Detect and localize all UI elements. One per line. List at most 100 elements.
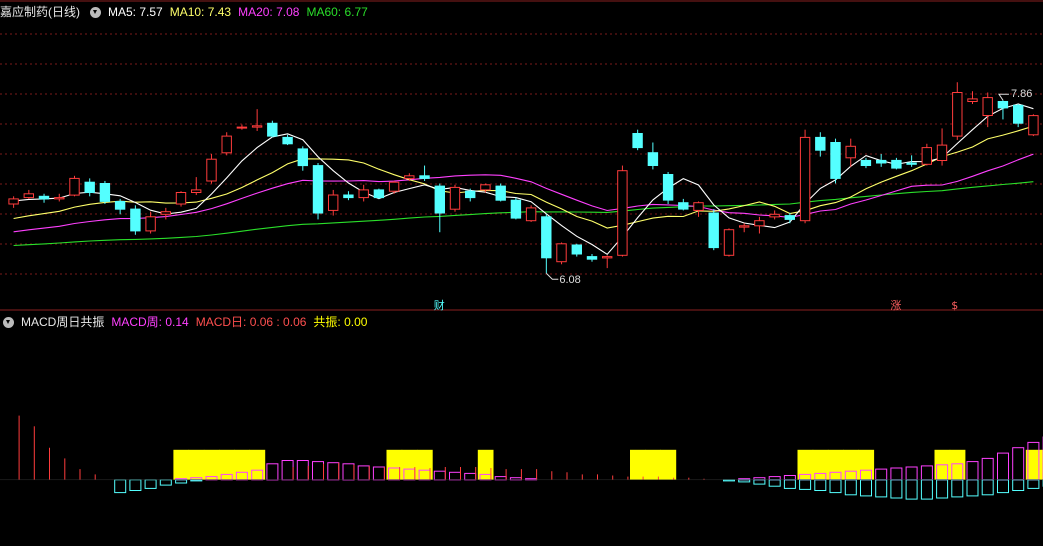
- macd-week-bar: [266, 463, 279, 481]
- resonance-block: [645, 449, 661, 480]
- candle-body: [617, 170, 628, 256]
- candle: [449, 184, 461, 212]
- macd-legend: MACD周日共振 MACD周: 0.14 MACD日: 0.06 : 0.06 共振:…: [0, 314, 374, 330]
- ma20-line: [13, 153, 1034, 233]
- candle-body: [982, 97, 993, 116]
- macd-day-neg-bar: [997, 479, 1009, 494]
- candle: [130, 205, 141, 235]
- candle-body: [282, 136, 293, 145]
- candle: [815, 132, 826, 157]
- candle: [236, 124, 248, 130]
- candle: [876, 154, 887, 167]
- candle-body: [678, 202, 689, 210]
- candle: [708, 209, 719, 251]
- candle: [739, 223, 750, 233]
- candle-body: [434, 185, 446, 214]
- candle-body: [799, 136, 811, 222]
- candle-body: [739, 225, 750, 228]
- candle-body: [525, 207, 537, 222]
- candle-body: [175, 192, 187, 205]
- macd-week-bar: [981, 457, 994, 481]
- macd-settings-dropdown-icon[interactable]: [3, 317, 14, 328]
- candle: [571, 243, 582, 257]
- resonance-block: [173, 449, 190, 480]
- candle-body: [997, 101, 1009, 109]
- candle-body: [647, 152, 659, 166]
- ma-settings-dropdown-icon[interactable]: [90, 7, 101, 18]
- candle-body: [480, 184, 491, 191]
- candle-body: [754, 220, 765, 227]
- macd-week-bar: [449, 471, 461, 481]
- event-tag: 涨: [890, 299, 901, 312]
- candle-body: [510, 199, 522, 219]
- candle-body: [206, 158, 217, 182]
- high-marker-line: [998, 93, 1009, 101]
- stock-title: 嘉应制药(日线): [0, 5, 80, 19]
- macd-week-bar: [372, 466, 385, 481]
- candle: [267, 120, 278, 138]
- candle-body: [602, 256, 613, 259]
- candle-body: [191, 189, 202, 193]
- candle-body: [556, 243, 567, 263]
- candle: [69, 175, 80, 197]
- candle: [191, 177, 202, 196]
- candle: [723, 228, 735, 257]
- candle-body: [236, 126, 248, 129]
- candle-body: [145, 216, 156, 232]
- candle-body: [708, 212, 719, 249]
- macd-week-bar: [905, 466, 918, 481]
- candle: [1028, 114, 1039, 137]
- macd-day-neg-bar: [159, 479, 172, 486]
- ma5-label: MA5: 7.57: [108, 5, 163, 19]
- macd-week-bar: [296, 460, 309, 481]
- candle: [434, 183, 446, 233]
- macd-day-neg-bar: [114, 479, 127, 494]
- candle-body: [297, 148, 309, 167]
- candle-body: [251, 125, 263, 128]
- candle: [525, 205, 537, 222]
- candle-body: [845, 145, 856, 159]
- candle: [8, 196, 19, 208]
- macd-week-bar: [357, 465, 370, 481]
- macd-week-bar: [312, 461, 324, 481]
- candle: [145, 211, 156, 234]
- kline-chart[interactable]: 7.86 6.08 财 涨 $: [0, 0, 1043, 546]
- macd-day-neg-bar: [753, 479, 766, 485]
- candle: [1013, 104, 1024, 128]
- candle: [297, 146, 309, 171]
- candle-body: [373, 189, 385, 199]
- candle: [221, 132, 232, 156]
- macd-week-bar: [433, 470, 446, 481]
- candle-body: [343, 194, 354, 199]
- candle-body: [860, 159, 872, 166]
- candle: [936, 128, 948, 166]
- macd-bars: [0, 415, 1043, 500]
- macd-day-neg-bar: [951, 479, 964, 498]
- event-tag: 财: [434, 298, 445, 312]
- candle-body: [967, 98, 978, 103]
- candle-body: [1028, 115, 1039, 136]
- macd-day-neg-bar: [129, 479, 142, 491]
- candle-body: [632, 133, 643, 149]
- candle: [160, 207, 172, 220]
- candle: [693, 201, 704, 217]
- candle: [175, 191, 187, 207]
- macd-week-bar: [342, 463, 355, 481]
- candle-body: [419, 175, 430, 179]
- candle: [541, 214, 552, 274]
- resonance-block: [188, 449, 205, 480]
- candle-body: [328, 194, 339, 211]
- candle: [586, 254, 598, 262]
- candle-body: [160, 211, 172, 215]
- macd-week-bar: [997, 452, 1009, 481]
- candle-body: [906, 162, 917, 165]
- candle-body: [936, 144, 948, 162]
- macd-day-neg-bar: [875, 479, 888, 498]
- candle: [799, 129, 811, 224]
- candle-body: [586, 256, 598, 260]
- macd-week-bar: [890, 467, 903, 481]
- macd-day-neg-bar: [768, 479, 781, 487]
- macd-day-neg-bar: [144, 479, 157, 489]
- candle-body: [267, 122, 278, 137]
- candle: [784, 212, 795, 224]
